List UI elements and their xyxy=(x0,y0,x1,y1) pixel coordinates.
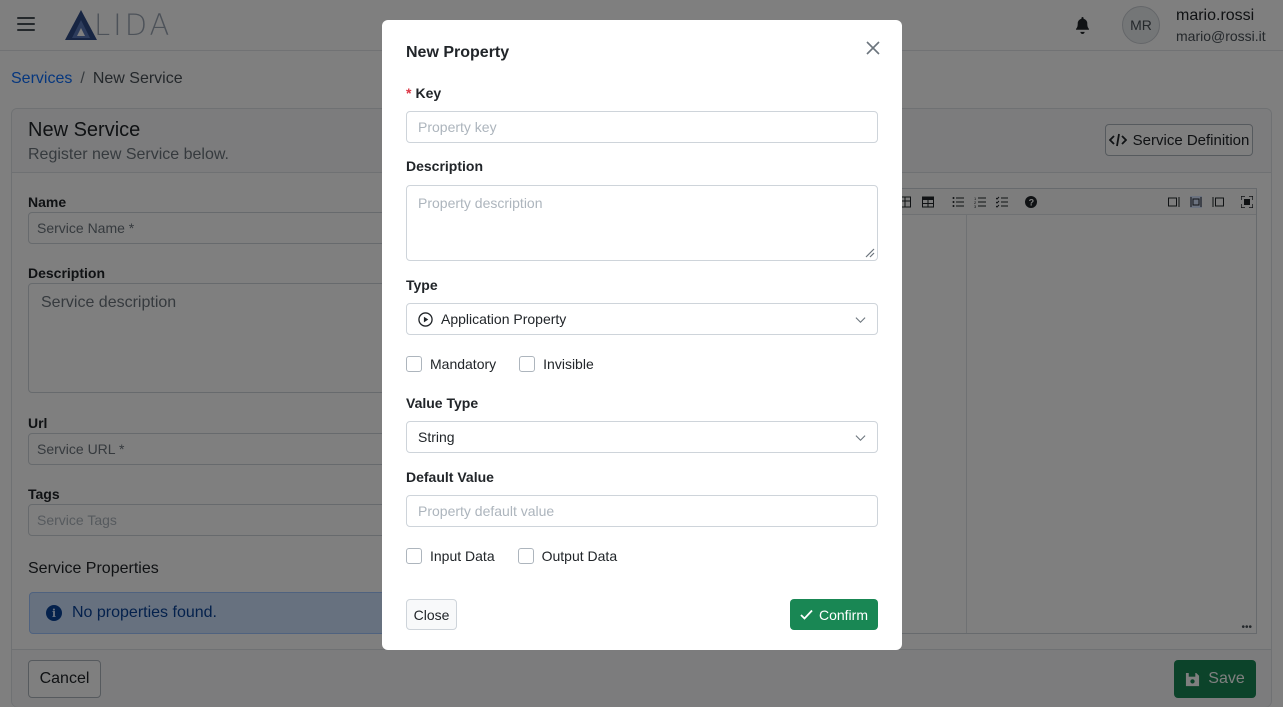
value-type-value: String xyxy=(418,429,455,445)
output-data-checkbox-box[interactable] xyxy=(517,548,534,564)
required-asterisk: * xyxy=(406,85,412,101)
property-key-input[interactable]: Property key xyxy=(406,111,878,143)
check-icon xyxy=(800,609,813,620)
output-data-checkbox[interactable]: Output Data xyxy=(517,548,618,564)
mandatory-label: Mandatory xyxy=(430,356,497,372)
default-value-input[interactable]: Property default value xyxy=(406,495,878,527)
type-label: Type xyxy=(406,277,438,293)
invisible-checkbox-box[interactable] xyxy=(519,356,536,372)
confirm-button[interactable]: Confirm xyxy=(790,599,878,630)
play-circle-icon xyxy=(418,311,433,327)
value-type-select[interactable]: String xyxy=(406,421,878,453)
chevron-down-icon xyxy=(855,317,866,324)
default-value-label: Default Value xyxy=(406,469,494,485)
type-select-value: Application Property xyxy=(441,311,567,327)
mandatory-checkbox-box[interactable] xyxy=(406,356,422,372)
close-button[interactable]: Close xyxy=(406,599,457,630)
mandatory-checkbox[interactable]: Mandatory xyxy=(406,356,496,372)
property-description-input[interactable]: Property description xyxy=(406,185,878,261)
modal-title: New Property xyxy=(406,44,510,61)
confirm-label: Confirm xyxy=(818,606,868,623)
visibility-checkboxes: Mandatory Invisible xyxy=(406,356,617,372)
chevron-down-icon xyxy=(855,435,866,442)
input-data-checkbox[interactable]: Input Data xyxy=(406,548,495,564)
new-property-modal: New Property * Key Property key Descripti… xyxy=(382,20,902,650)
key-label: * Key xyxy=(406,85,441,101)
input-data-label: Input Data xyxy=(430,548,495,564)
type-select[interactable]: Application Property xyxy=(406,303,878,335)
input-data-checkbox-box[interactable] xyxy=(406,548,422,564)
output-data-label: Output Data xyxy=(541,548,618,564)
description-label: Description xyxy=(406,158,484,174)
resize-grip-icon[interactable] xyxy=(863,246,875,258)
property-description-placeholder: Property description xyxy=(418,195,543,211)
data-checkboxes: Input Data Output Data xyxy=(406,548,640,564)
invisible-label: Invisible xyxy=(543,356,594,372)
value-type-label: Value Type xyxy=(406,395,479,411)
invisible-checkbox[interactable]: Invisible xyxy=(519,356,594,372)
key-label-text: Key xyxy=(415,85,442,101)
close-icon[interactable] xyxy=(865,40,881,56)
